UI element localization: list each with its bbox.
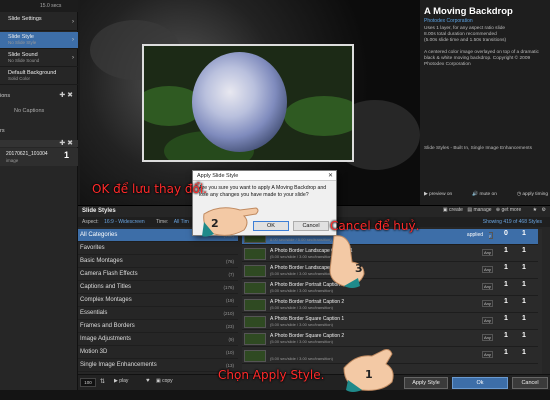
style-author[interactable]: Photodex Corporation: [424, 18, 546, 24]
category-list: All Categories(468) Favorites Basic Mont…: [78, 229, 240, 376]
layer-item[interactable]: 20170621_101004 image 1: [0, 148, 78, 166]
style-thumbnail: [244, 333, 266, 345]
close-icon[interactable]: ✕: [328, 171, 333, 181]
star-icon[interactable]: ★: [533, 207, 537, 213]
layer-number: 1: [64, 150, 70, 160]
slide-time: 15.0 secs: [0, 0, 78, 12]
pointing-hand-icon: [329, 235, 365, 288]
style-thumbnail: [244, 282, 266, 294]
caption-tools-icon[interactable]: ✚ ✖: [59, 91, 73, 99]
apply-style-button[interactable]: Apply Style: [404, 377, 448, 389]
style-row[interactable]: A Photo Border Landscape Caption 1 (5.00 …: [242, 246, 538, 262]
style-row[interactable]: A Photo Border Portrait Caption 2 (5.00 s…: [242, 297, 538, 313]
category-item[interactable]: Captions and Titles (176): [78, 281, 238, 294]
heart-icon[interactable]: ♥: [146, 378, 150, 384]
style-thumbnail: [244, 299, 266, 311]
category-item[interactable]: Basic Montages (76): [78, 255, 238, 268]
ok-instruction: OK để lưu thay đổi.: [92, 182, 207, 196]
desc-line: Photodex Corporation: [424, 62, 471, 68]
sidebar-item-label: Default Background: [8, 70, 57, 76]
style-row[interactable]: A Photo Border Landscape Caption 2 (5.00 …: [242, 263, 538, 279]
chevron-right-icon: ›: [72, 55, 74, 61]
sidebar-item-sub: Solid Color: [8, 76, 31, 81]
mute-toggle[interactable]: 🔊 mute on: [472, 192, 497, 197]
category-item[interactable]: Essentials (210): [78, 307, 238, 320]
step-icon[interactable]: ⇅: [100, 378, 105, 385]
layers-section-label: rs: [0, 128, 5, 134]
sidebar-item-label: Slide Settings: [8, 16, 42, 22]
style-description: Uses 1 layer, for any aspect ratio slide…: [424, 26, 546, 68]
sidebar-item-slide-style[interactable]: Slide Style No Slide Style ›: [0, 32, 78, 49]
category-item[interactable]: Motion 3D (10): [78, 346, 238, 359]
style-title: A Moving Backdrop: [424, 6, 513, 17]
step-number-2: 2: [211, 217, 219, 230]
layer-name: 20170621_101004: [6, 151, 48, 157]
category-item[interactable]: Complex Montages (19): [78, 294, 238, 307]
dialog-message: Are you sure you want to apply A Moving …: [199, 185, 327, 198]
applied-badge: applied: [461, 231, 489, 239]
manage-button[interactable]: ▤ manage: [467, 207, 491, 213]
category-item[interactable]: Single Image Enhancements (13): [78, 359, 238, 372]
step-number-3: 3: [355, 262, 363, 275]
time-select[interactable]: All Tim: [174, 219, 189, 225]
style-row[interactable]: A Photo Border Square Caption 1 (5.00 sec…: [242, 314, 538, 330]
style-thumbnail: [244, 316, 266, 328]
preview-controls: ▶ preview on 🔊 mute on ◷ apply timing: [424, 192, 548, 197]
no-captions-text: No Captions: [14, 108, 45, 114]
category-item[interactable]: Favorites: [78, 242, 238, 255]
time-label: Time:: [156, 219, 169, 225]
showing-count: Showing 419 of 468 Styles: [482, 219, 542, 225]
sidebar-item-sub: No Slide Sound: [8, 58, 40, 63]
desc-line: A centered color image overlayed on top …: [424, 49, 539, 55]
left-panel: 15.0 secs Slide Settings › Slide Style N…: [0, 0, 78, 400]
style-category: Slide Styles - Built In, Single Image En…: [424, 146, 532, 151]
create-button[interactable]: ▣ create: [443, 207, 463, 213]
category-item[interactable]: Frames and Borders (23): [78, 320, 238, 333]
zoom-field[interactable]: 100: [80, 378, 96, 387]
sidebar-item-label: Slide Style: [8, 34, 34, 40]
sidebar-item-default-background[interactable]: Default Background Solid Color: [0, 68, 78, 85]
status-strip: [0, 390, 550, 400]
layer-type: image: [6, 158, 19, 163]
dialog-title: Apply Slide Style: [193, 171, 336, 181]
captions-section-label: ions: [0, 93, 11, 99]
ok-button[interactable]: Ok: [452, 377, 508, 389]
style-thumbnail: [244, 350, 266, 362]
aspect-select[interactable]: 16:9 - Widescreen: [104, 219, 145, 225]
layer-tools-icon[interactable]: ✚ ✖: [59, 139, 73, 147]
get-more-button[interactable]: ⊕ get more: [496, 207, 521, 213]
sidebar-item-slide-sound[interactable]: Slide Sound No Slide Sound ›: [0, 50, 78, 67]
style-tools: ▣ create ▤ manage ⊕ get more ★ ⚙: [443, 207, 546, 213]
step-number-1: 1: [365, 368, 373, 381]
cancel-button[interactable]: Cancel: [512, 377, 548, 389]
chevron-right-icon: ›: [72, 37, 74, 43]
cancel-instruction: Cancel để huỷ.: [330, 219, 420, 233]
style-info-panel: A Moving Backdrop Photodex Corporation U…: [420, 0, 550, 205]
sidebar-item-label: Slide Sound: [8, 52, 38, 58]
pointing-hand-icon: [202, 207, 259, 237]
gear-icon[interactable]: ⚙: [542, 207, 546, 213]
style-row[interactable]: A Photo Border Square Caption 2 (5.00 sec…: [242, 331, 538, 347]
preview-image: [142, 44, 354, 162]
dialog-cancel-button[interactable]: Cancel: [293, 221, 329, 231]
play-button[interactable]: ▶ play: [114, 378, 128, 384]
preview-toggle[interactable]: ▶ preview on: [424, 192, 452, 197]
sidebar-item-slide-settings[interactable]: Slide Settings ›: [0, 14, 78, 31]
style-thumbnail: [244, 265, 266, 277]
style-row[interactable]: A Photo Border Portrait Caption 1 (5.00 s…: [242, 280, 538, 296]
category-item[interactable]: Image Adjustments (9): [78, 333, 238, 346]
aspect-label: Aspect:: [82, 219, 99, 225]
chevron-right-icon: ›: [72, 19, 74, 25]
category-item[interactable]: Camera Flash Effects (7): [78, 268, 238, 281]
timing-toggle[interactable]: ◷ apply timing: [517, 192, 548, 197]
style-thumbnail: [244, 248, 266, 260]
copy-button[interactable]: ▣ copy: [156, 378, 173, 384]
apply-instruction: Chọn Apply Style.: [218, 368, 325, 382]
sidebar-item-sub: No Slide Style: [8, 40, 37, 45]
